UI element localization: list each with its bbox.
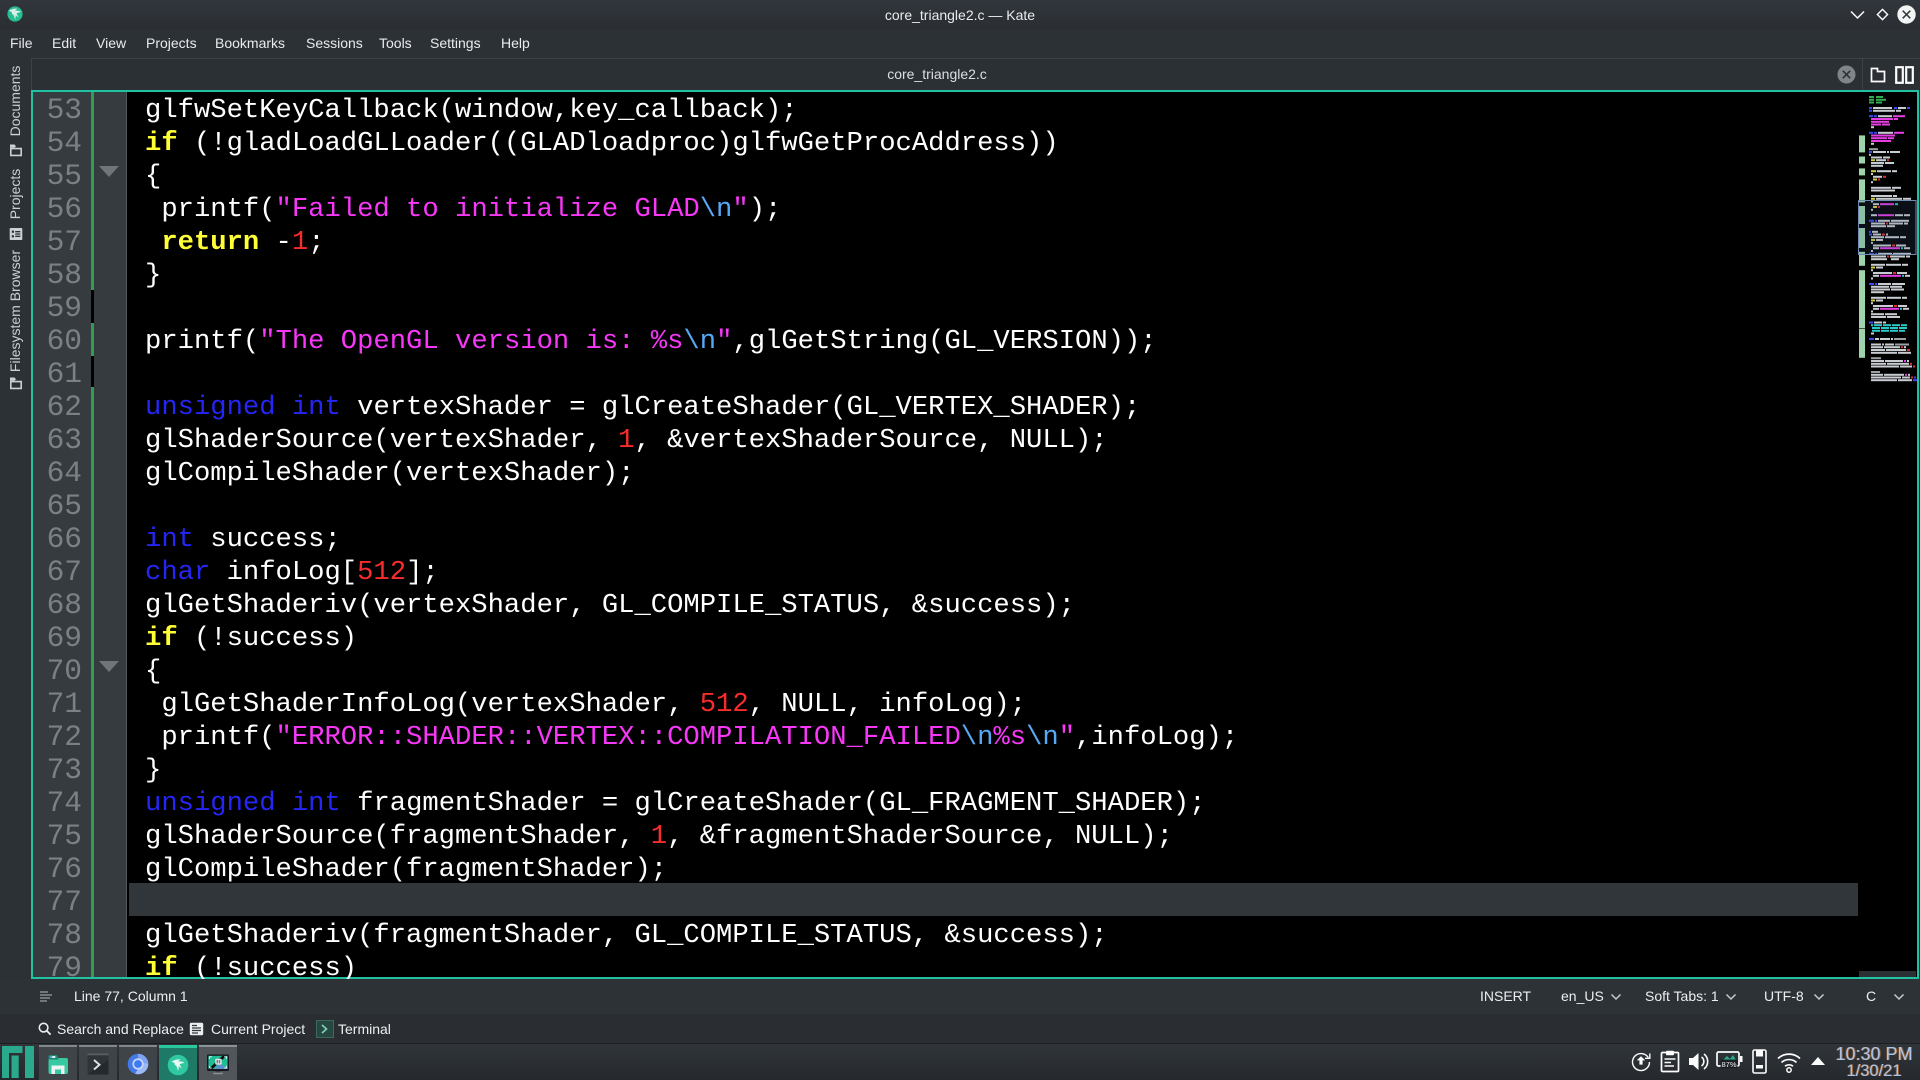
svg-text:87%: 87% <box>1721 1060 1736 1069</box>
